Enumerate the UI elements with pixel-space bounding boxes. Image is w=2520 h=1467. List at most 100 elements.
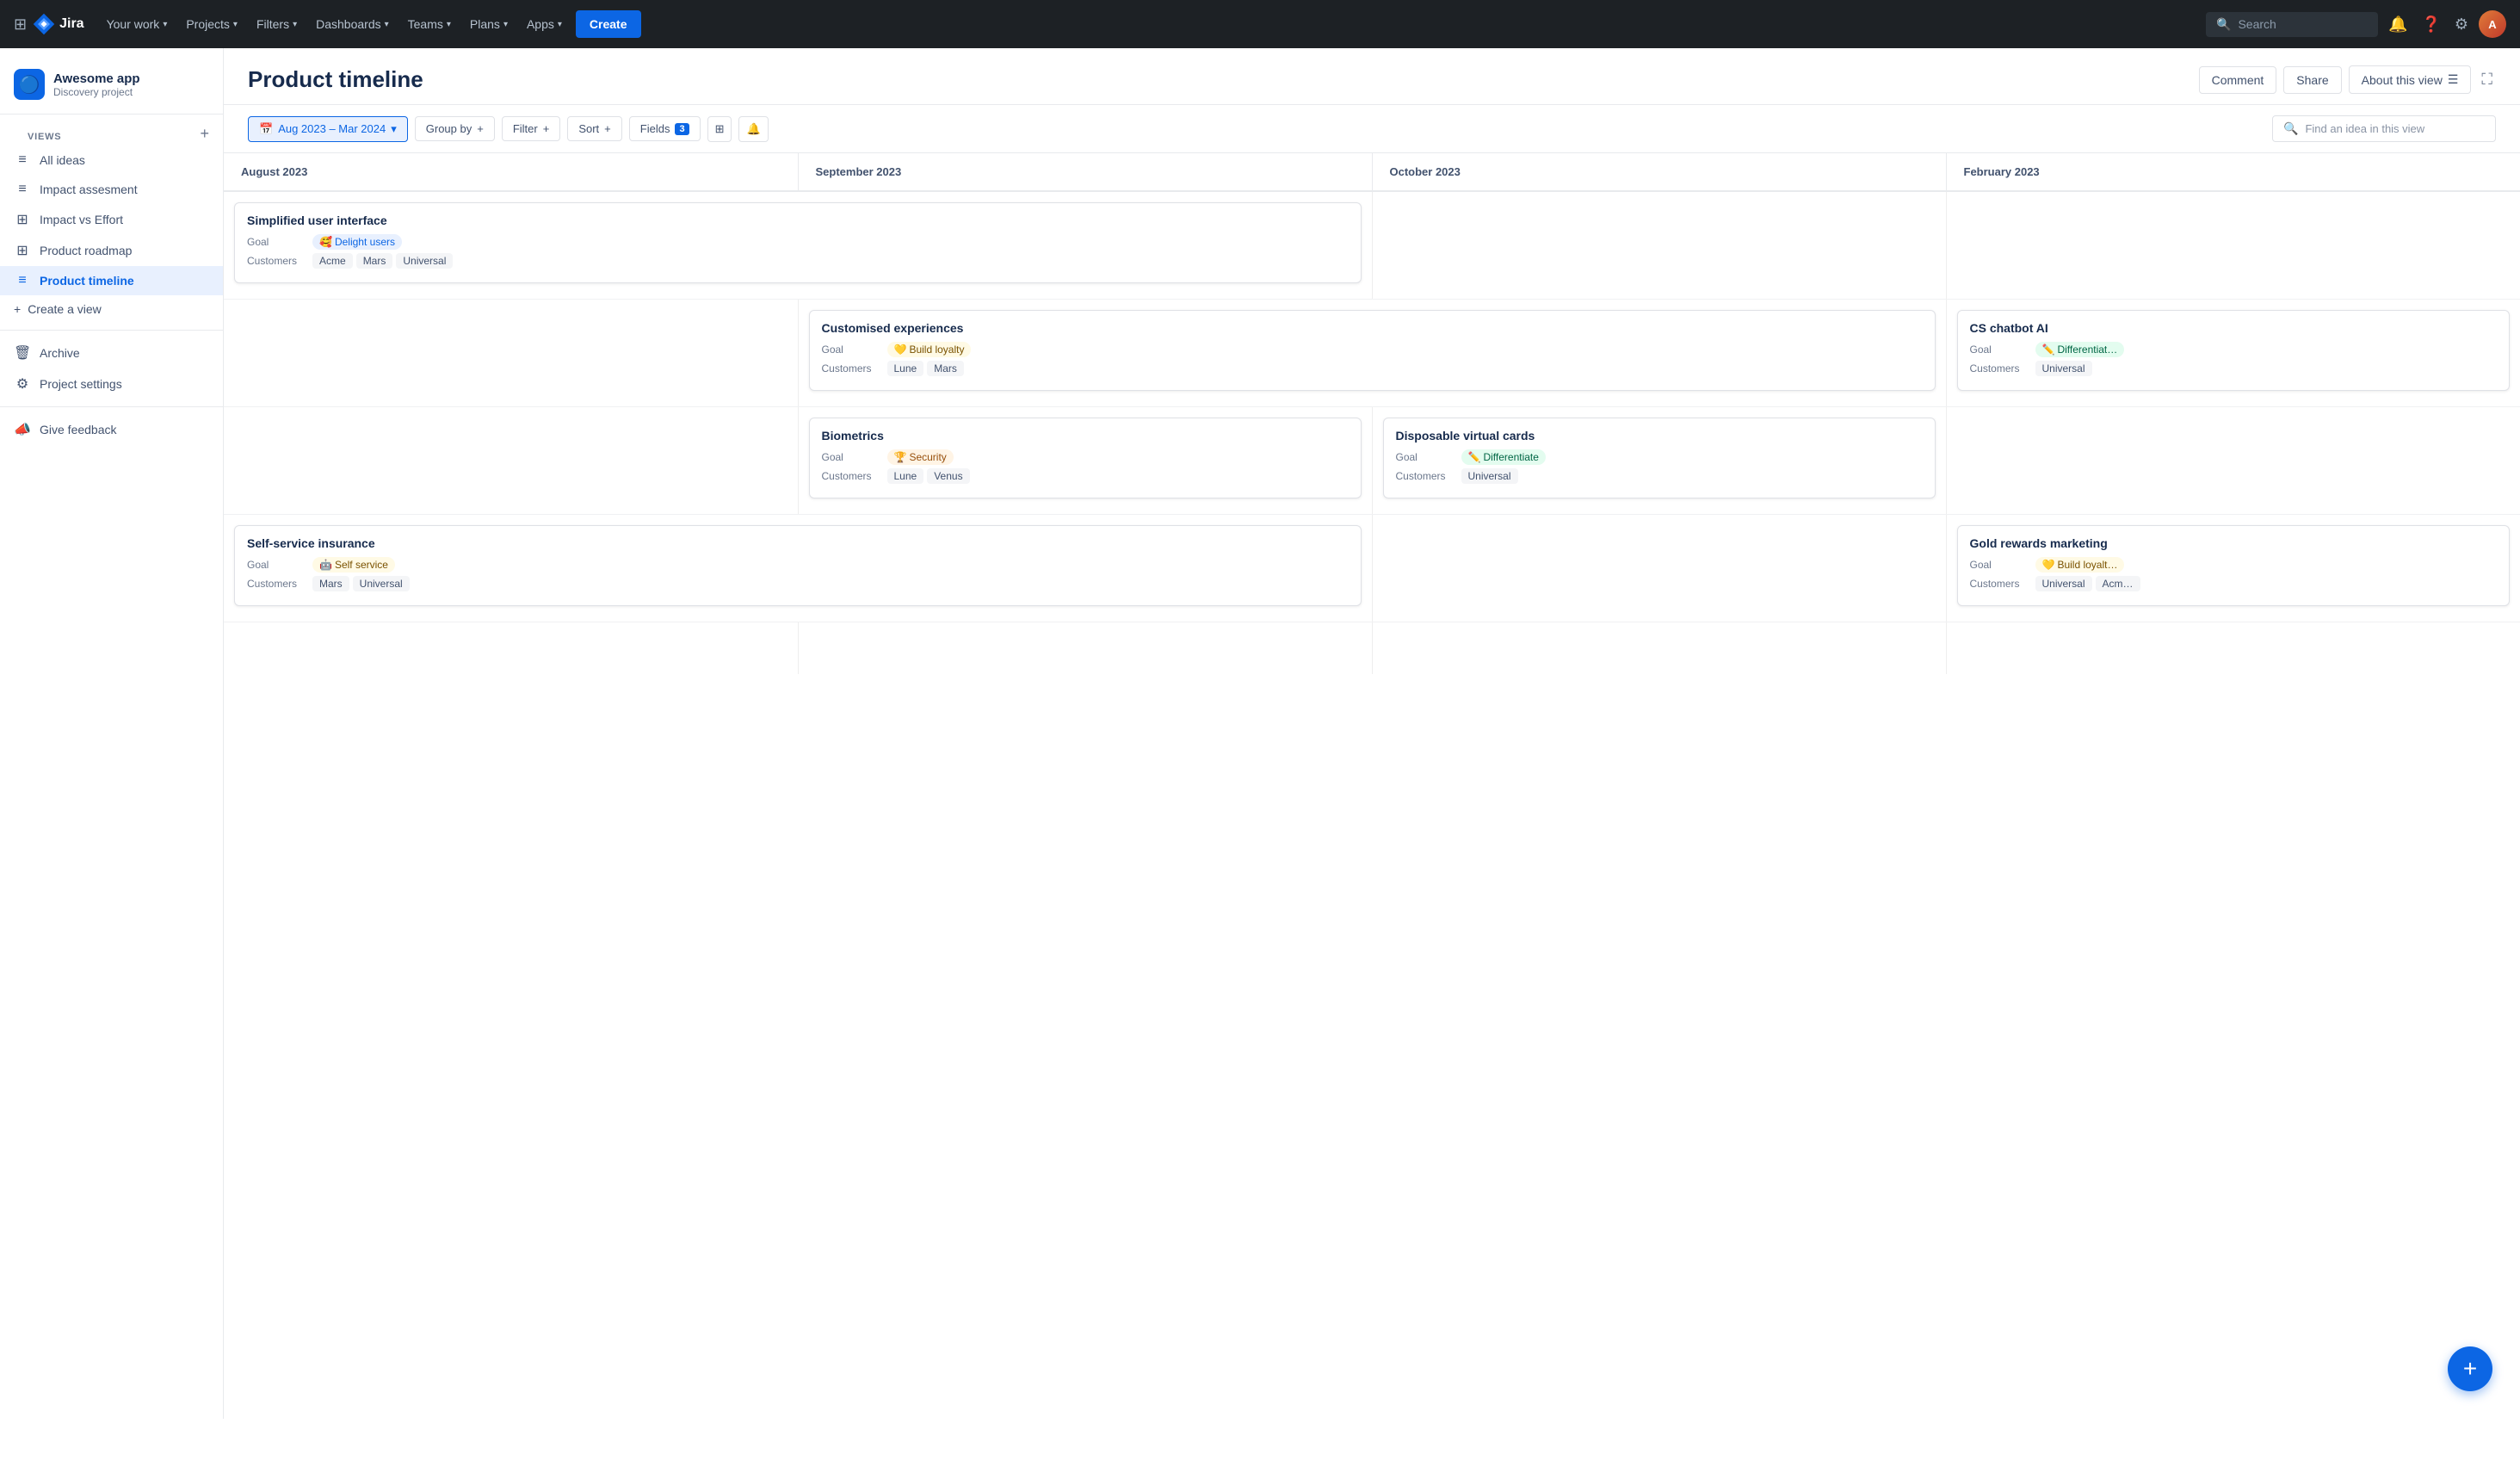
avatar[interactable]: A <box>2479 10 2506 38</box>
sidebar-item-product-timeline[interactable]: ≡ Product timeline <box>0 266 223 295</box>
sidebar: 🔵 Awesome app Discovery project VIEWS + … <box>0 48 224 1419</box>
fab-add-button[interactable]: + <box>2448 1346 2492 1391</box>
nav-filters[interactable]: Filters ▾ <box>248 12 306 36</box>
goal-tag: ✏️ Differentiate <box>1461 449 1546 465</box>
grid-icon[interactable]: ⊞ <box>14 15 27 34</box>
search-input[interactable] <box>2238 17 2368 31</box>
calendar-icon: 📅 <box>259 122 273 136</box>
nav-your-work[interactable]: Your work ▾ <box>98 12 176 36</box>
chevron-icon: ▾ <box>385 20 389 29</box>
filter-button[interactable]: Filter + <box>502 116 560 141</box>
customer-tag: Lune <box>887 468 924 484</box>
align-left-icon: ☰ <box>2448 72 2459 87</box>
timeline-row-3: Biometrics Goal 🏆 Security <box>224 407 2520 515</box>
customer-tag: Universal <box>2035 576 2092 591</box>
chevron-icon: ▾ <box>233 20 238 29</box>
card-title: Self-service insurance <box>247 536 1349 550</box>
settings-icon: ⚙ <box>14 375 31 393</box>
customer-tag: Lune <box>887 361 924 376</box>
notifications-filter-button[interactable]: 🔔 <box>738 116 768 142</box>
archive-icon: 🗑 <box>14 344 31 362</box>
share-button[interactable]: Share <box>2283 66 2341 94</box>
jira-text: Jira <box>59 16 83 32</box>
project-icon: 🔵 <box>14 69 45 100</box>
search-box[interactable]: 🔍 <box>2206 12 2378 37</box>
idea-card-simplified[interactable]: Simplified user interface Goal 🥰 Delight… <box>234 202 1362 283</box>
about-view-button[interactable]: About this view ☰ <box>2349 65 2472 94</box>
add-view-icon[interactable]: + <box>200 125 209 143</box>
card-customers-field: Customers Universal Acm… <box>1970 576 2498 591</box>
sidebar-archive[interactable]: 🗑 Archive <box>0 337 223 368</box>
sidebar-project-settings[interactable]: ⚙ Project settings <box>0 368 223 399</box>
idea-card-virtual-cards[interactable]: Disposable virtual cards Goal ✏️ Differe… <box>1383 418 1936 498</box>
idea-card-customised[interactable]: Customised experiences Goal 💛 Build loya… <box>809 310 1936 391</box>
fields-button[interactable]: Fields 3 <box>629 116 701 141</box>
timeline-area[interactable]: August 2023 September 2023 October 2023 … <box>224 153 2520 1419</box>
goal-tag: 🤖 Self service <box>312 557 395 573</box>
timeline-cell-4-4: Gold rewards marketing Goal 💛 Build loya… <box>1946 515 2520 622</box>
date-range-button[interactable]: 📅 Aug 2023 – Mar 2024 ▾ <box>248 116 408 142</box>
timeline-body: Simplified user interface Goal 🥰 Delight… <box>224 191 2520 674</box>
topnav-right: 🔍 🔔 ❓ ⚙ A <box>2206 10 2506 38</box>
goal-tag: ✏️ Differentiat… <box>2035 342 2125 357</box>
group-by-button[interactable]: Group by + <box>415 116 495 141</box>
views-label: VIEWS <box>14 121 75 145</box>
card-goal-field: Goal ✏️ Differentiat… <box>1970 342 2498 357</box>
idea-card-chatbot[interactable]: CS chatbot AI Goal ✏️ Differentiat… <box>1957 310 2511 391</box>
month-oct: October 2023 <box>1372 153 1946 191</box>
nav-projects[interactable]: Projects ▾ <box>177 12 246 36</box>
sort-button[interactable]: Sort + <box>567 116 621 141</box>
chevron-icon: ▾ <box>503 20 508 29</box>
customer-tag: Universal <box>2035 361 2092 376</box>
toolbar: 📅 Aug 2023 – Mar 2024 ▾ Group by + Filte… <box>224 105 2520 153</box>
card-title: Biometrics <box>822 429 1349 443</box>
idea-card-gold-rewards[interactable]: Gold rewards marketing Goal 💛 Build loya… <box>1957 525 2511 606</box>
month-aug: August 2023 <box>224 153 798 191</box>
search-icon: 🔍 <box>2216 17 2231 32</box>
nav-dashboards[interactable]: Dashboards ▾ <box>307 12 398 36</box>
project-header[interactable]: 🔵 Awesome app Discovery project <box>0 62 223 115</box>
project-subtitle: Discovery project <box>53 86 140 98</box>
goal-tag: 🏆 Security <box>887 449 954 465</box>
timeline-search-box[interactable]: 🔍 <box>2272 115 2496 142</box>
customer-tag: Mars <box>312 576 349 591</box>
chevron-icon: ▾ <box>558 20 562 29</box>
help-icon[interactable]: ❓ <box>2418 12 2443 37</box>
customer-tag: Acme <box>312 253 353 269</box>
nav-plans[interactable]: Plans ▾ <box>461 12 516 36</box>
create-button[interactable]: Create <box>576 10 641 38</box>
sidebar-item-impact-assessment[interactable]: ≡ Impact assesment <box>0 175 223 204</box>
list-icon: ≡ <box>14 182 31 197</box>
sidebar-item-product-roadmap[interactable]: ⊞ Product roadmap <box>0 235 223 266</box>
logo-area: ⊞ Jira <box>14 12 84 36</box>
customer-tag: Mars <box>927 361 964 376</box>
comment-button[interactable]: Comment <box>2199 66 2277 94</box>
goal-tag: 🥰 Delight users <box>312 234 402 250</box>
timeline-cell-1-1: Simplified user interface Goal 🥰 Delight… <box>224 191 1372 300</box>
notifications-icon[interactable]: 🔔 <box>2385 12 2411 37</box>
card-goal-field: Goal 💛 Build loyalt… <box>1970 557 2498 573</box>
jira-logo[interactable]: Jira <box>32 12 83 36</box>
card-goal-field: Goal 🥰 Delight users <box>247 234 1349 250</box>
page-title: Product timeline <box>248 66 423 93</box>
chevron-icon: ▾ <box>163 20 167 29</box>
timeline-cell-2-4: CS chatbot AI Goal ✏️ Differentiat… <box>1946 300 2520 407</box>
idea-card-self-service[interactable]: Self-service insurance Goal 🤖 Self servi… <box>234 525 1362 606</box>
top-navigation: ⊞ Jira Your work ▾ Projects ▾ Filters ▾ … <box>0 0 2520 48</box>
grid-icon: ⊞ <box>14 242 31 259</box>
sidebar-give-feedback[interactable]: 📣 Give feedback <box>0 414 223 445</box>
view-options-button[interactable]: ⊞ <box>707 116 732 142</box>
idea-card-biometrics[interactable]: Biometrics Goal 🏆 Security <box>809 418 1362 498</box>
timeline-search-input[interactable] <box>2305 122 2485 135</box>
timeline-header: August 2023 September 2023 October 2023 … <box>224 153 2520 191</box>
sidebar-item-impact-effort[interactable]: ⊞ Impact vs Effort <box>0 204 223 235</box>
card-customers-field: Customers Acme Mars Universal <box>247 253 1349 269</box>
expand-button[interactable]: ⛶ <box>2478 67 2496 92</box>
settings-icon[interactable]: ⚙ <box>2451 12 2472 37</box>
sidebar-item-all-ideas[interactable]: ≡ All ideas <box>0 145 223 175</box>
project-info: Awesome app Discovery project <box>53 71 140 98</box>
create-view-item[interactable]: + Create a view <box>0 295 223 323</box>
timeline-cell-2-2: Customised experiences Goal 💛 Build loya… <box>798 300 1946 407</box>
nav-apps[interactable]: Apps ▾ <box>518 12 571 36</box>
nav-teams[interactable]: Teams ▾ <box>399 12 460 36</box>
